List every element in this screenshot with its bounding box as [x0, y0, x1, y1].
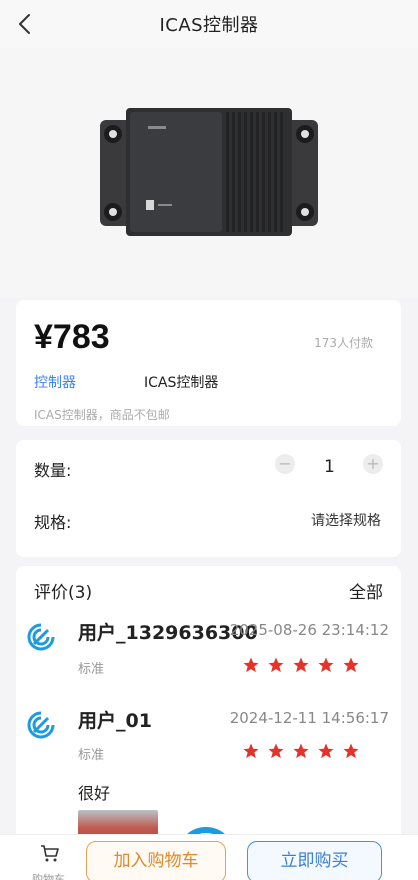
quantity-minus-button[interactable]: −: [275, 454, 295, 474]
reviews-title: 评价(3): [34, 583, 93, 603]
review-date: 2025-08-26 23:14:12: [229, 621, 389, 639]
avatar-logo-icon: [27, 623, 55, 651]
paid-count: 173人付款: [314, 336, 373, 350]
review-rating: [242, 742, 360, 760]
review-date: 2024-12-11 14:56:17: [229, 709, 389, 727]
price-card: ¥783 173人付款 控制器 ICAS控制器 ICAS控制器，商品不包邮: [16, 300, 401, 426]
quantity-label: 数量:: [34, 461, 72, 480]
quantity-plus-button[interactable]: +: [363, 454, 383, 474]
spec-label: 规格:: [34, 513, 72, 532]
review-text: 很好: [78, 784, 111, 803]
review-rating: [242, 656, 360, 674]
reviews-all-link[interactable]: 全部: [349, 578, 383, 603]
spec-select[interactable]: 请选择规格: [311, 510, 381, 530]
cart-icon[interactable]: [40, 843, 60, 863]
cart-label[interactable]: 购物车: [32, 871, 65, 880]
product-description: ICAS控制器，商品不包邮: [34, 408, 170, 422]
star-icon: [318, 657, 334, 673]
header-bar: ICAS控制器: [0, 0, 418, 48]
review-item: 用户_1329636300 2025-08-26 23:14:12 标准: [16, 618, 401, 698]
review-user-name: 用户_01: [78, 710, 152, 732]
review-tag: 标准: [78, 748, 105, 763]
star-icon: [268, 743, 284, 759]
add-to-cart-button[interactable]: 加入购物车: [86, 841, 226, 880]
buy-now-button[interactable]: 立即购买: [247, 841, 382, 880]
product-image: [100, 108, 318, 236]
star-icon: [343, 657, 359, 673]
avatar-logo-icon: [27, 711, 55, 739]
star-icon: [243, 657, 259, 673]
review-tag: 标准: [78, 662, 105, 677]
quantity-value[interactable]: 1: [324, 457, 335, 477]
page-title: ICAS控制器: [159, 15, 259, 36]
bottom-action-bar: 购物车 加入购物车 立即购买: [0, 834, 418, 880]
reviews-card: 评价(3) 全部 用户_1329636300 2025-08-26 23:14:…: [16, 566, 401, 846]
product-price: ¥783: [34, 318, 110, 356]
star-icon: [293, 743, 309, 759]
star-icon: [293, 657, 309, 673]
product-name: ICAS控制器: [144, 375, 219, 391]
back-icon[interactable]: [16, 13, 36, 35]
product-image-area[interactable]: [0, 48, 418, 298]
purchase-options-card: 数量: − 1 + 规格: 请选择规格: [16, 440, 401, 557]
category-link[interactable]: 控制器: [34, 372, 76, 392]
star-icon: [343, 743, 359, 759]
star-icon: [268, 657, 284, 673]
star-icon: [318, 743, 334, 759]
star-icon: [243, 743, 259, 759]
